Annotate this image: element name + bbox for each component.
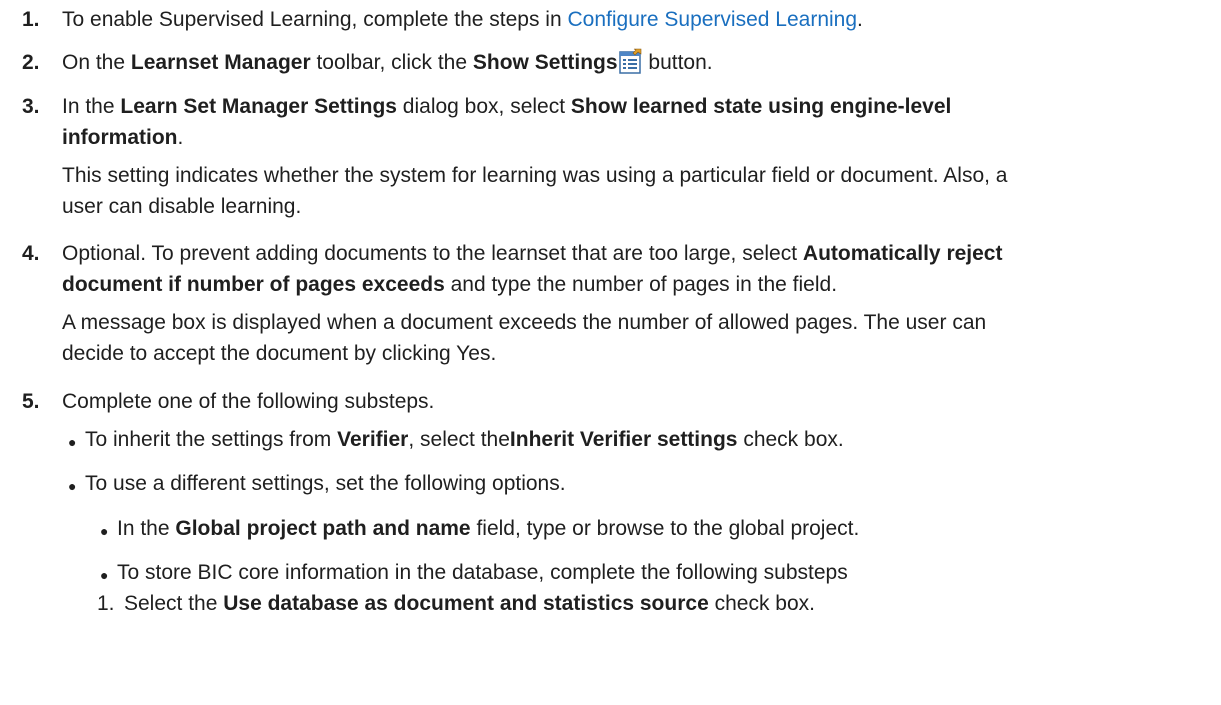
step-3-number: 3. — [22, 95, 40, 118]
bullet-inherit-verifier: To inherit the settings from Verifier, s… — [85, 428, 844, 451]
step-1-text: To enable Supervised Learning, complete … — [62, 8, 863, 31]
step-4-note-line2: decide to accept the document by clickin… — [62, 342, 497, 365]
step-5-text: Complete one of the following substeps. — [62, 390, 435, 413]
step-4-text-line1: Optional. To prevent adding documents to… — [62, 242, 1003, 265]
step-3-text-line2: information. — [62, 126, 184, 149]
step-4-number: 4. — [22, 242, 40, 265]
step-3-note-line1: This setting indicates whether the syste… — [62, 164, 1008, 187]
sub-step-1-text: Select the Use database as document and … — [124, 592, 815, 615]
step-3-text-line1: In the Learn Set Manager Settings dialog… — [62, 95, 952, 118]
step-2-text: On the Learnset Manager toolbar, click t… — [62, 47, 713, 78]
bullet-different-settings: To use a different settings, set the fol… — [85, 472, 566, 495]
show-settings-icon — [618, 48, 643, 74]
step-3-note-line2: user can disable learning. — [62, 195, 302, 218]
bullet-icon: ● — [68, 434, 77, 450]
sub-bullet-store-bic: To store BIC core information in the dat… — [117, 561, 848, 584]
configure-supervised-learning-link[interactable]: Configure Supervised Learning — [568, 8, 858, 31]
document-page: 1. To enable Supervised Learning, comple… — [0, 0, 1221, 705]
step-2-number: 2. — [22, 51, 40, 74]
step-4-note-line1: A message box is displayed when a docume… — [62, 311, 987, 334]
bullet-icon: ● — [100, 567, 109, 583]
sub-bullet-global-project: In the Global project path and name fiel… — [117, 517, 860, 540]
bullet-icon: ● — [68, 478, 77, 494]
bullet-icon: ● — [100, 523, 109, 539]
sub-step-1-number: 1. — [97, 592, 115, 615]
step-4-text-line2: document if number of pages exceeds and … — [62, 273, 838, 296]
step-1-number: 1. — [22, 8, 40, 31]
step-5-number: 5. — [22, 390, 40, 413]
